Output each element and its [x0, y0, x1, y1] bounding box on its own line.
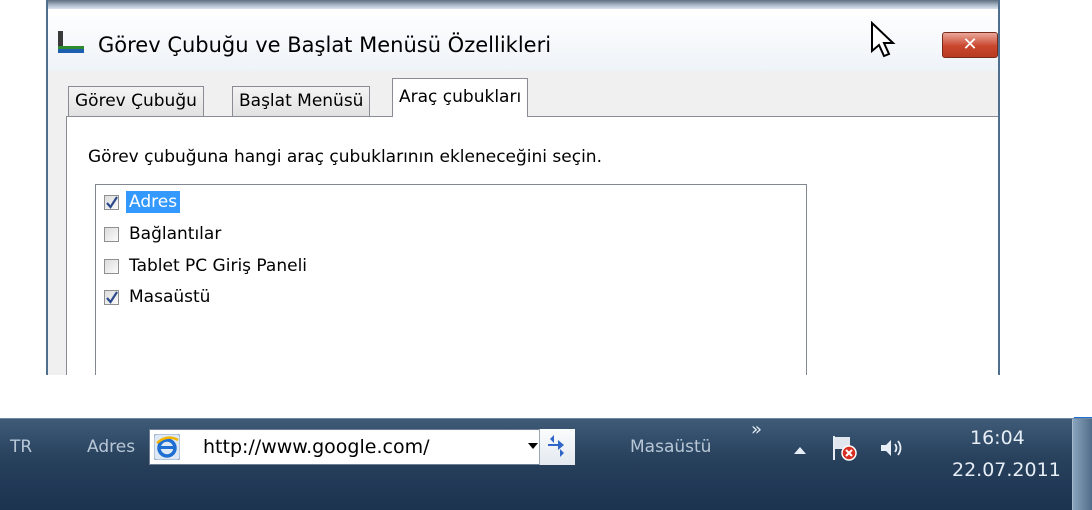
mouse-cursor-icon — [871, 21, 896, 58]
toolbars-list[interactable]: Adres Bağlantılar Tablet PC Giriş Paneli… — [95, 184, 807, 375]
taskbar-properties-icon — [58, 31, 84, 53]
checkmark-icon — [106, 195, 118, 209]
list-item-baglantilar[interactable]: Bağlantılar — [104, 221, 224, 247]
tab-arac-cubuklari[interactable]: Araç çubukları — [392, 78, 529, 117]
checkbox-baglantilar[interactable] — [104, 226, 119, 242]
checkbox-masaustu[interactable] — [104, 289, 119, 305]
checkbox-adres[interactable] — [104, 194, 119, 210]
properties-dialog: Görev Çubuğu ve Başlat Menüsü Özellikler… — [46, 0, 1000, 375]
language-indicator[interactable]: TR — [10, 437, 32, 457]
item-label-adres: Adres — [126, 191, 181, 213]
toolbar-overflow-chevron[interactable]: » — [751, 419, 762, 440]
item-label-tablet-pc: Tablet PC Giriş Paneli — [129, 256, 308, 276]
internet-explorer-icon — [154, 434, 180, 460]
go-button[interactable] — [539, 429, 575, 465]
address-toolbar-label: Adres — [87, 437, 136, 457]
address-input[interactable] — [203, 436, 493, 458]
volume-icon[interactable] — [878, 437, 906, 459]
tab-gorev-cubugu[interactable]: Görev Çubuğu — [68, 86, 204, 117]
checkmark-icon — [106, 290, 118, 304]
list-item-tablet-pc[interactable]: Tablet PC Giriş Paneli — [104, 253, 310, 279]
checkbox-tablet-pc[interactable] — [104, 258, 119, 274]
show-hidden-icons-icon[interactable] — [793, 445, 807, 455]
instruction-text: Görev çubuğuna hangi araç çubuklarının e… — [88, 147, 602, 167]
list-item-masaustu[interactable]: Masaüstü — [104, 284, 213, 310]
go-arrows-icon — [548, 435, 564, 457]
item-label-baglantilar: Bağlantılar — [129, 224, 222, 244]
item-label-masaustu: Masaüstü — [129, 287, 211, 307]
dialog-title: Görev Çubuğu ve Başlat Menüsü Özellikler… — [98, 33, 552, 57]
window-top-edge — [48, 0, 998, 9]
tab-panel-toolbars: Görev çubuğuna hangi araç çubuklarının e… — [66, 116, 998, 375]
taskbar: TR Adres Masaüstü » — [0, 418, 1092, 510]
address-bar[interactable] — [149, 429, 575, 465]
action-center-flag-icon[interactable] — [830, 434, 858, 462]
list-item-adres[interactable]: Adres — [104, 189, 181, 215]
show-desktop-button[interactable] — [1072, 419, 1092, 510]
clock-time[interactable]: 16:04 — [970, 427, 1025, 449]
close-button[interactable]: ✕ — [942, 32, 998, 58]
desktop-toolbar-button[interactable]: Masaüstü — [630, 437, 711, 457]
clock-date[interactable]: 22.07.2011 — [952, 459, 1061, 481]
title-bar[interactable]: Görev Çubuğu ve Başlat Menüsü Özellikler… — [48, 9, 998, 71]
tab-baslat-menusu[interactable]: Başlat Menüsü — [232, 86, 371, 117]
